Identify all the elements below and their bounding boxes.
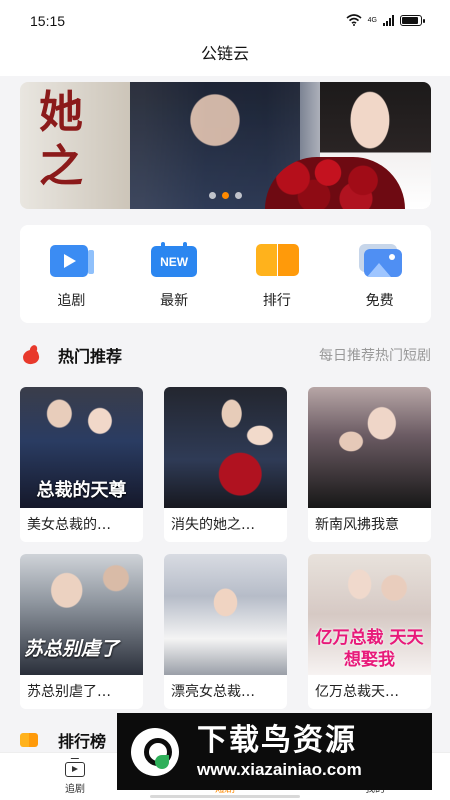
quick-nav-ranking[interactable]: 排行: [226, 225, 329, 323]
watermark-url: www.xiazainiao.com: [197, 759, 362, 779]
drama-title: 苏总别虐了…: [27, 684, 111, 700]
drama-poster: [164, 387, 287, 508]
quick-nav-label: 排行: [262, 293, 291, 309]
drama-poster: [308, 387, 431, 508]
drama-title: 亿万总裁天…: [315, 684, 399, 700]
quick-nav-latest[interactable]: NEW 最新: [123, 225, 226, 323]
quick-nav-follow[interactable]: 追剧: [20, 225, 123, 323]
drama-card[interactable]: 亿万总裁 天天想娶我 亿万总裁天…: [308, 554, 431, 709]
drama-poster: [164, 554, 287, 675]
poster-caption: 苏总别虐了: [24, 638, 120, 660]
drama-card[interactable]: 漂亮女总裁…: [164, 554, 287, 709]
poster-caption: 总裁的天尊: [36, 480, 127, 501]
status-time: 15:15: [30, 13, 66, 29]
drama-poster: 苏总别虐了: [20, 554, 143, 675]
quick-nav-label: 免费: [365, 293, 394, 309]
drama-title: 新南风拂我意: [315, 517, 399, 533]
drama-card[interactable]: 消失的她之…: [164, 387, 287, 542]
battery-fill: [402, 16, 419, 24]
bird-logo-icon: [131, 727, 179, 776]
status-bar: 15:15 4G: [0, 0, 450, 42]
hot-section-header: 热门推荐 每日推荐热门短剧: [20, 340, 431, 370]
watermark-overlay: 下载鸟资源 www.xiazainiao.com: [117, 713, 432, 790]
banner-calligraphy: 她之: [39, 87, 83, 192]
carousel-dots: [20, 192, 431, 199]
watermark-title: 下载鸟资源: [197, 722, 357, 758]
battery-icon: [400, 14, 425, 26]
drama-poster: 总裁的天尊: [20, 387, 143, 508]
carousel-dot-active[interactable]: [222, 192, 229, 199]
quick-nav-free[interactable]: 免费: [328, 225, 431, 323]
poster-caption: 亿万总裁 天天想娶我: [315, 628, 424, 670]
drama-card[interactable]: 苏总别虐了 苏总别虐了…: [20, 554, 143, 709]
tab-label: 追剧: [65, 784, 85, 795]
fire-icon: [20, 345, 42, 365]
tv-icon: [64, 759, 86, 777]
picture-icon: [357, 242, 403, 278]
drama-grid: 总裁的天尊 美女总裁的… 消失的她之… 新南风拂我意 苏总别虐了 苏总别虐了… …: [20, 387, 431, 709]
drama-title: 消失的她之…: [171, 517, 255, 533]
ranking-section-header: 排行榜: [20, 726, 106, 754]
signal-icon: [383, 14, 394, 26]
ranking-book-icon: [254, 242, 300, 278]
drama-title: 漂亮女总裁…: [171, 684, 255, 700]
wifi-icon: [346, 14, 362, 26]
quick-nav-card: 追剧 NEW 最新 排行 免费: [20, 225, 431, 323]
drama-card[interactable]: 新南风拂我意: [308, 387, 431, 542]
drama-poster: 亿万总裁 天天想娶我: [308, 554, 431, 675]
quick-nav-label: 最新: [160, 293, 189, 309]
section-subtitle: 每日推荐热门短剧: [319, 348, 431, 364]
new-badge-icon: NEW: [151, 242, 198, 278]
ranking-book-icon: [20, 733, 38, 747]
watermark-text: 下载鸟资源 www.xiazainiao.com: [197, 723, 362, 781]
play-folder-icon: [48, 242, 95, 278]
drama-card[interactable]: 总裁的天尊 美女总裁的…: [20, 387, 143, 542]
section-title: 排行榜: [58, 732, 107, 751]
banner-carousel[interactable]: 她之: [20, 82, 431, 209]
title-bar: 公链云: [0, 42, 450, 76]
quick-nav-label: 追剧: [57, 293, 86, 309]
network-type-label: 4G: [367, 16, 377, 24]
drama-title: 美女总裁的…: [27, 517, 111, 533]
section-title: 热门推荐: [58, 347, 123, 366]
status-icons: 4G: [346, 14, 425, 26]
carousel-dot[interactable]: [235, 192, 242, 199]
home-indicator[interactable]: [150, 795, 300, 798]
page-title: 公链云: [200, 44, 249, 63]
carousel-dot[interactable]: [209, 192, 216, 199]
